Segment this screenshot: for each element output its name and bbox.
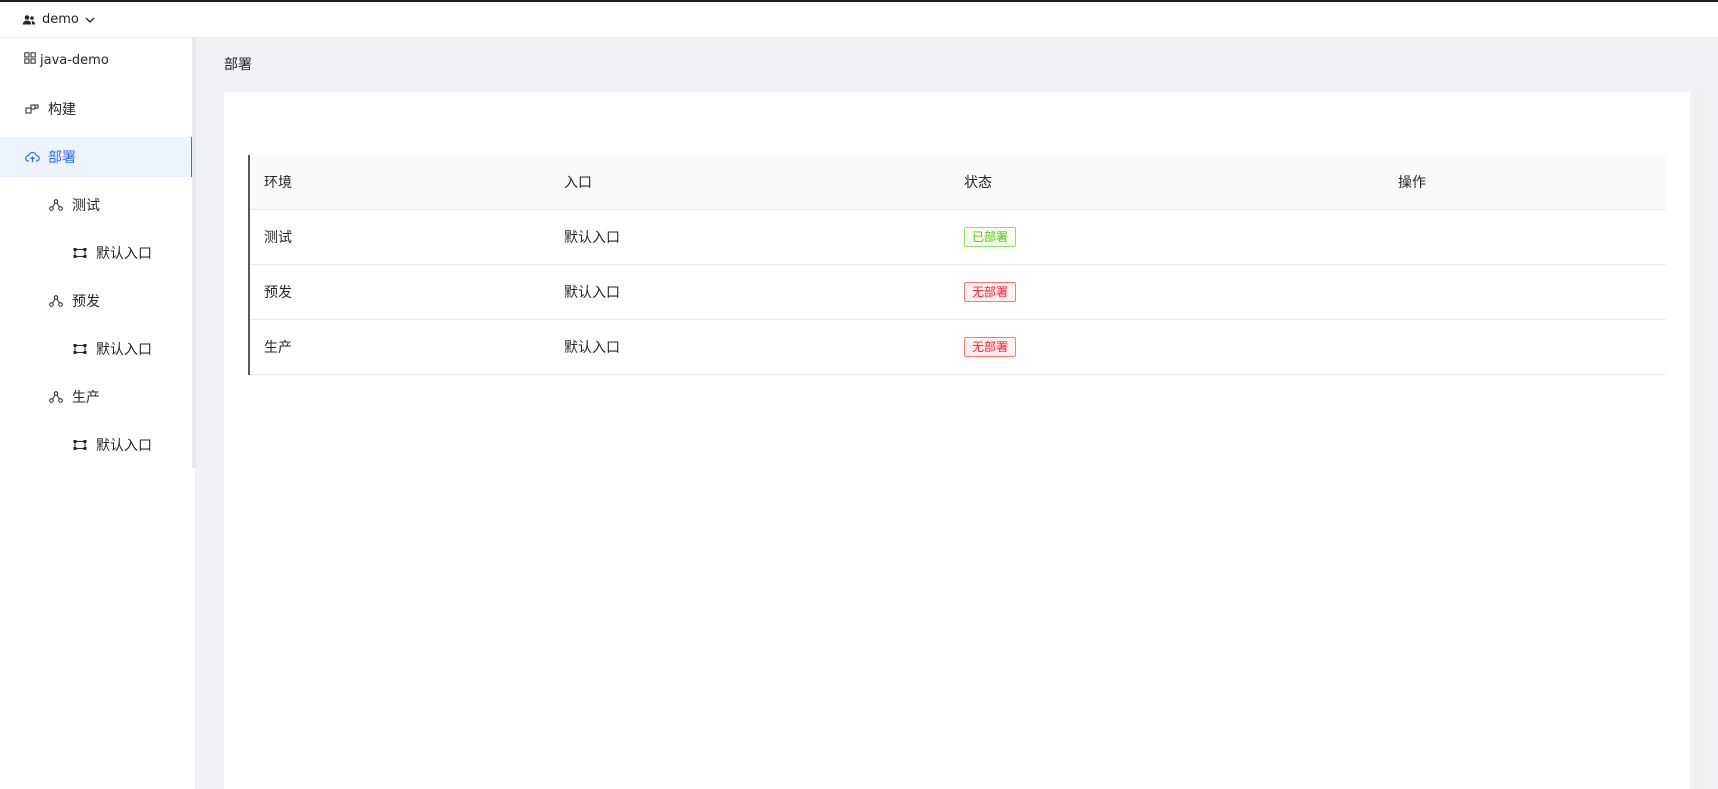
env-cell: 预发 <box>264 285 292 301</box>
sidebar-item-env-prod[interactable]: 生产 <box>0 377 194 417</box>
sidebar-item-label: 构建 <box>48 102 76 118</box>
entry-cell: 默认入口 <box>564 230 620 246</box>
status-badge: 已部署 <box>964 227 1017 247</box>
table-row: 预发 默认入口 无部署 <box>250 265 1666 320</box>
page-title: 部署 <box>224 57 252 73</box>
sidebar: java-demo 构建 部署 测试 默认入口 预发 默认入口 生产 默认入口 <box>0 38 196 789</box>
entry-icon <box>72 245 88 261</box>
build-icon <box>24 101 40 117</box>
column-header-status: 状态 <box>964 175 992 191</box>
column-header-entry: 入口 <box>564 175 592 191</box>
sidebar-item-env-staging[interactable]: 预发 <box>0 281 194 321</box>
status-cell: 已部署 <box>950 227 1384 247</box>
table-row: 生产 默认入口 无部署 <box>250 320 1666 375</box>
status-cell: 无部署 <box>950 337 1384 357</box>
content-card: 环境 入口 状态 操作 测试 默认入口 已部署 预发 默认入口 无部署 生产 默… <box>224 92 1690 789</box>
cluster-icon <box>48 389 64 405</box>
table-header-row: 环境 入口 状态 操作 <box>250 155 1666 210</box>
entry-cell: 默认入口 <box>564 340 620 356</box>
entry-icon <box>72 341 88 357</box>
cluster-icon <box>48 293 64 309</box>
chevron-down-icon <box>85 16 95 24</box>
top-bar: demo <box>0 0 1718 38</box>
sidebar-item-label: 测试 <box>72 198 100 214</box>
sidebar-item-label: 预发 <box>72 294 100 310</box>
sidebar-item-label: 默认入口 <box>96 438 152 454</box>
env-cell: 生产 <box>264 340 292 356</box>
team-icon <box>22 14 36 26</box>
status-badge: 无部署 <box>964 337 1017 357</box>
deploy-table: 环境 入口 状态 操作 测试 默认入口 已部署 预发 默认入口 无部署 生产 默… <box>248 155 1666 375</box>
status-badge: 无部署 <box>964 282 1017 302</box>
main-content: 部署 环境 入口 状态 操作 测试 默认入口 已部署 预发 默认入口 无部署 生… <box>196 38 1718 789</box>
project-icon <box>24 52 36 68</box>
env-cell: 测试 <box>264 230 292 246</box>
entry-cell: 默认入口 <box>564 285 620 301</box>
entry-icon <box>72 437 88 453</box>
status-cell: 无部署 <box>950 282 1384 302</box>
sidebar-item-entry-test[interactable]: 默认入口 <box>0 233 194 273</box>
sidebar-item-entry-prod[interactable]: 默认入口 <box>0 425 194 465</box>
sidebar-item-entry-staging[interactable]: 默认入口 <box>0 329 194 369</box>
cloud-upload-icon <box>24 149 40 165</box>
main-scrollbar[interactable] <box>1694 92 1704 789</box>
team-switcher[interactable]: demo <box>22 12 95 27</box>
sidebar-item-label: 部署 <box>48 150 76 166</box>
sidebar-item-label: 默认入口 <box>96 342 152 358</box>
column-header-actions: 操作 <box>1398 175 1426 191</box>
column-header-env: 环境 <box>264 175 292 191</box>
sidebar-item-label: 默认入口 <box>96 246 152 262</box>
sidebar-item-build[interactable]: 构建 <box>0 89 194 129</box>
table-row: 测试 默认入口 已部署 <box>250 210 1666 265</box>
sidebar-item-label: 生产 <box>72 390 100 406</box>
project-selector[interactable]: java-demo <box>24 52 109 68</box>
cluster-icon <box>48 197 64 213</box>
sidebar-item-deploy[interactable]: 部署 <box>0 137 194 177</box>
team-name: demo <box>42 12 79 27</box>
sidebar-item-env-test[interactable]: 测试 <box>0 185 194 225</box>
project-name: java-demo <box>40 52 109 68</box>
